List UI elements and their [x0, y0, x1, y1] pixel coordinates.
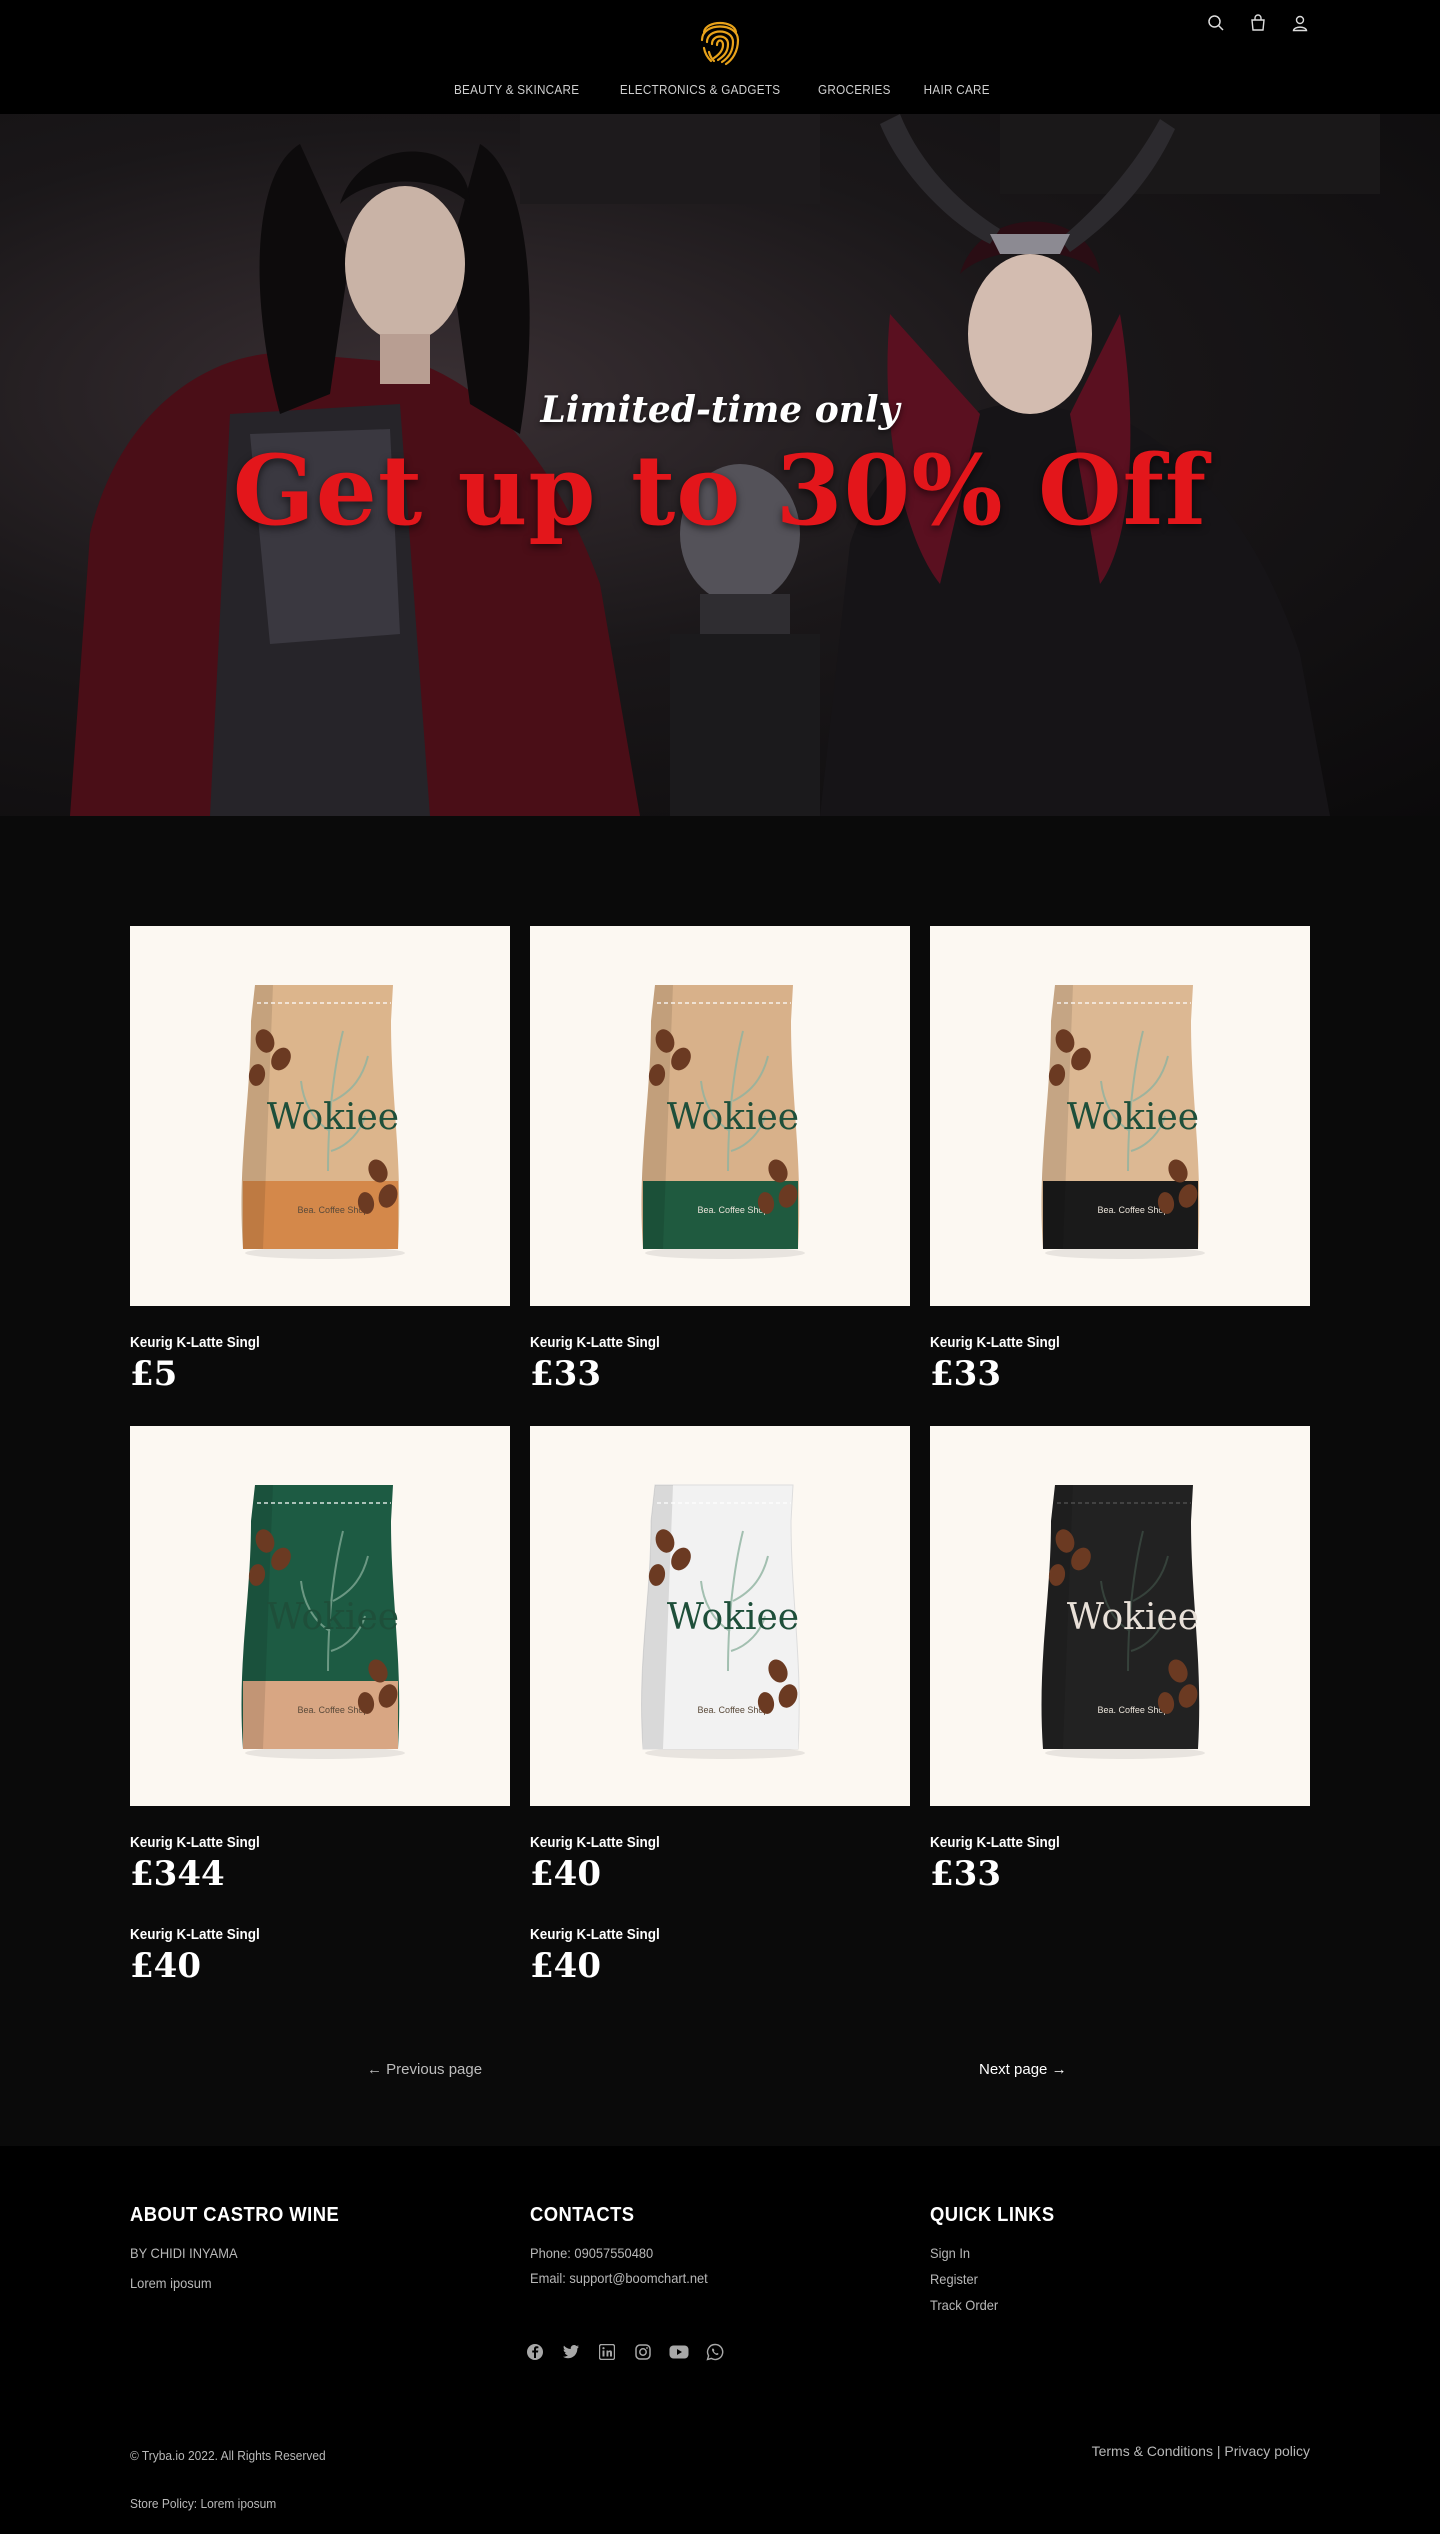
product-image[interactable]: Wokiee Bea. Coffee Shop	[130, 926, 510, 1306]
footer-contacts-title: CONTACTS	[530, 2204, 635, 2226]
product-grid: Wokiee Bea. Coffee Shop Keurig K-Latte S…	[130, 926, 1310, 2068]
footer-about-text: Lorem iposum	[130, 2275, 212, 2291]
product-price: £344	[130, 1854, 225, 1894]
svg-text:Bea. Coffee Shop: Bea. Coffee Shop	[1098, 1705, 1169, 1715]
footer-link-track-order[interactable]: Track Order	[930, 2297, 1055, 2313]
product-price: £5	[130, 1354, 178, 1394]
product-image[interactable]: Wokiee Bea. Coffee Shop	[930, 926, 1310, 1306]
product-card[interactable]: Wokiee Bea. Coffee Shop Keurig K-Latte S…	[130, 1426, 510, 1926]
product-image[interactable]: Wokiee Bea. Coffee Shop	[530, 926, 910, 1306]
whatsapp-icon[interactable]	[705, 2342, 725, 2362]
footer-quick-links: QUICK LINKS Sign In Register Track Order	[930, 2204, 1066, 2313]
privacy-link[interactable]: Privacy policy	[1224, 2443, 1310, 2459]
header-icons	[1206, 12, 1310, 34]
footer-contacts: CONTACTS Phone: 09057550480 Email: suppo…	[530, 2204, 723, 2286]
fingerprint-logo[interactable]	[698, 12, 742, 66]
svg-text:Bea. Coffee Shop: Bea. Coffee Shop	[1098, 1205, 1169, 1215]
svg-text:Bea. Coffee Shop: Bea. Coffee Shop	[698, 1705, 769, 1715]
product-name[interactable]: Keurig K-Latte Singl	[130, 1334, 472, 1351]
svg-text:Bea. Coffee Shop: Bea. Coffee Shop	[698, 1205, 769, 1215]
legal-separator: |	[1216, 2443, 1221, 2459]
product-price: £33	[530, 1354, 601, 1394]
product-card[interactable]: Wokiee Bea. Coffee Shop Keurig K-Latte S…	[130, 926, 510, 1426]
footer-about: ABOUT CASTRO WINE BY CHIDI INYAMA Lorem …	[130, 2204, 357, 2291]
twitter-icon[interactable]	[561, 2342, 581, 2362]
coffee-bag-image: Wokiee Bea. Coffee Shop	[641, 985, 805, 1259]
arrow-left-icon: ←	[367, 2061, 382, 2078]
svg-text:Bea. Coffee Shop: Bea. Coffee Shop	[298, 1205, 369, 1215]
social-links	[525, 2342, 725, 2362]
next-page-link[interactable]: Next page →	[979, 2061, 1067, 2078]
product-card[interactable]: Wokiee Bea. Coffee Shop Keurig K-Latte S…	[530, 1426, 910, 1926]
coffee-bag-image: Wokiee Bea. Coffee Shop	[241, 1485, 405, 1759]
store-policy-text: Store Policy: Lorem iposum	[130, 2496, 277, 2511]
svg-text:Wokiee: Wokiee	[267, 1597, 399, 1638]
facebook-icon[interactable]	[525, 2342, 545, 2362]
product-card[interactable]: Keurig K-Latte Singl £40	[130, 1926, 510, 2068]
coffee-bag-image: Wokiee Bea. Coffee Shop	[641, 1484, 805, 1759]
svg-text:Bea. Coffee Shop: Bea. Coffee Shop	[298, 1705, 369, 1715]
product-card[interactable]: Wokiee Bea. Coffee Shop Keurig K-Latte S…	[530, 926, 910, 1426]
bag-icon[interactable]	[1248, 12, 1268, 34]
product-name[interactable]: Keurig K-Latte Singl	[530, 1334, 872, 1351]
linkedin-icon[interactable]	[597, 2342, 617, 2362]
svg-text:Wokiee: Wokiee	[267, 1097, 399, 1138]
svg-text:Wokiee: Wokiee	[1067, 1097, 1199, 1138]
nav-beauty-skincare[interactable]: BEAUTY & SKINCARE	[454, 82, 579, 97]
category-nav: BEAUTY & SKINCARE ELECTRONICS & GADGETS …	[0, 82, 1440, 97]
instagram-icon[interactable]	[633, 2342, 653, 2362]
product-name[interactable]: Keurig K-Latte Singl	[530, 1834, 872, 1851]
product-image[interactable]: Wokiee Bea. Coffee Shop	[930, 1426, 1310, 1806]
product-price: £40	[130, 1946, 201, 1986]
nav-groceries[interactable]: GROCERIES	[818, 82, 891, 97]
svg-text:Wokiee: Wokiee	[1067, 1597, 1199, 1638]
youtube-icon[interactable]	[669, 2342, 689, 2362]
footer-phone: Phone: 09057550480	[530, 2245, 654, 2261]
product-price: £33	[930, 1854, 1001, 1894]
product-image[interactable]: Wokiee Bea. Coffee Shop	[530, 1426, 910, 1806]
product-price: £40	[530, 1946, 601, 1986]
search-icon[interactable]	[1206, 12, 1226, 34]
product-card[interactable]: Wokiee Bea. Coffee Shop Keurig K-Latte S…	[930, 926, 1310, 1426]
site-header: BEAUTY & SKINCARE ELECTRONICS & GADGETS …	[0, 0, 1440, 114]
svg-text:Wokiee: Wokiee	[667, 1097, 799, 1138]
footer-email: Email: support@boomchart.net	[530, 2270, 708, 2286]
hero-banner: Limited-time only Get up to 30% Off	[0, 114, 1440, 816]
product-price: £33	[930, 1354, 1001, 1394]
footer-about-title: ABOUT CASTRO WINE	[130, 2204, 340, 2226]
copyright-text: © Tryba.io 2022. All Rights Reserved	[130, 2448, 326, 2463]
user-icon[interactable]	[1290, 12, 1310, 34]
product-price: £40	[530, 1854, 601, 1894]
product-name[interactable]: Keurig K-Latte Singl	[130, 1926, 472, 1943]
hero-subtitle: Limited-time only	[540, 389, 900, 431]
product-name[interactable]: Keurig K-Latte Singl	[930, 1834, 1272, 1851]
footer-about-by: BY CHIDI INYAMA	[130, 2245, 238, 2261]
product-card[interactable]: Wokiee Bea. Coffee Shop Keurig K-Latte S…	[930, 1426, 1310, 1926]
hero-title: Get up to 30% Off	[232, 434, 1208, 547]
footer-links-title: QUICK LINKS	[930, 2204, 1055, 2226]
footer-link-register[interactable]: Register	[930, 2271, 1055, 2287]
product-card[interactable]: Keurig K-Latte Singl £40	[530, 1926, 910, 2068]
site-footer: ABOUT CASTRO WINE BY CHIDI INYAMA Lorem …	[0, 2146, 1440, 2534]
previous-page-link[interactable]: ← Previous page	[367, 2061, 482, 2078]
coffee-bag-image: Wokiee Bea. Coffee Shop	[1041, 985, 1205, 1259]
coffee-bag-image: Wokiee Bea. Coffee Shop	[1041, 1485, 1205, 1759]
pagination: ← Previous page Next page →	[130, 2061, 1310, 2085]
coffee-bag-image: Wokiee Bea. Coffee Shop	[241, 985, 405, 1259]
footer-link-sign-in[interactable]: Sign In	[930, 2245, 1055, 2261]
product-name[interactable]: Keurig K-Latte Singl	[530, 1926, 872, 1943]
legal-links: Terms & Conditions | Privacy policy	[1092, 2443, 1310, 2459]
terms-link[interactable]: Terms & Conditions	[1092, 2443, 1213, 2459]
nav-electronics-gadgets[interactable]: ELECTRONICS & GADGETS	[620, 82, 780, 97]
product-image[interactable]: Wokiee Bea. Coffee Shop	[130, 1426, 510, 1806]
product-name[interactable]: Keurig K-Latte Singl	[930, 1334, 1272, 1351]
arrow-right-icon: →	[1051, 2061, 1067, 2078]
product-name[interactable]: Keurig K-Latte Singl	[130, 1834, 472, 1851]
svg-text:Wokiee: Wokiee	[667, 1597, 799, 1638]
nav-hair-care[interactable]: HAIR CARE	[924, 82, 990, 97]
